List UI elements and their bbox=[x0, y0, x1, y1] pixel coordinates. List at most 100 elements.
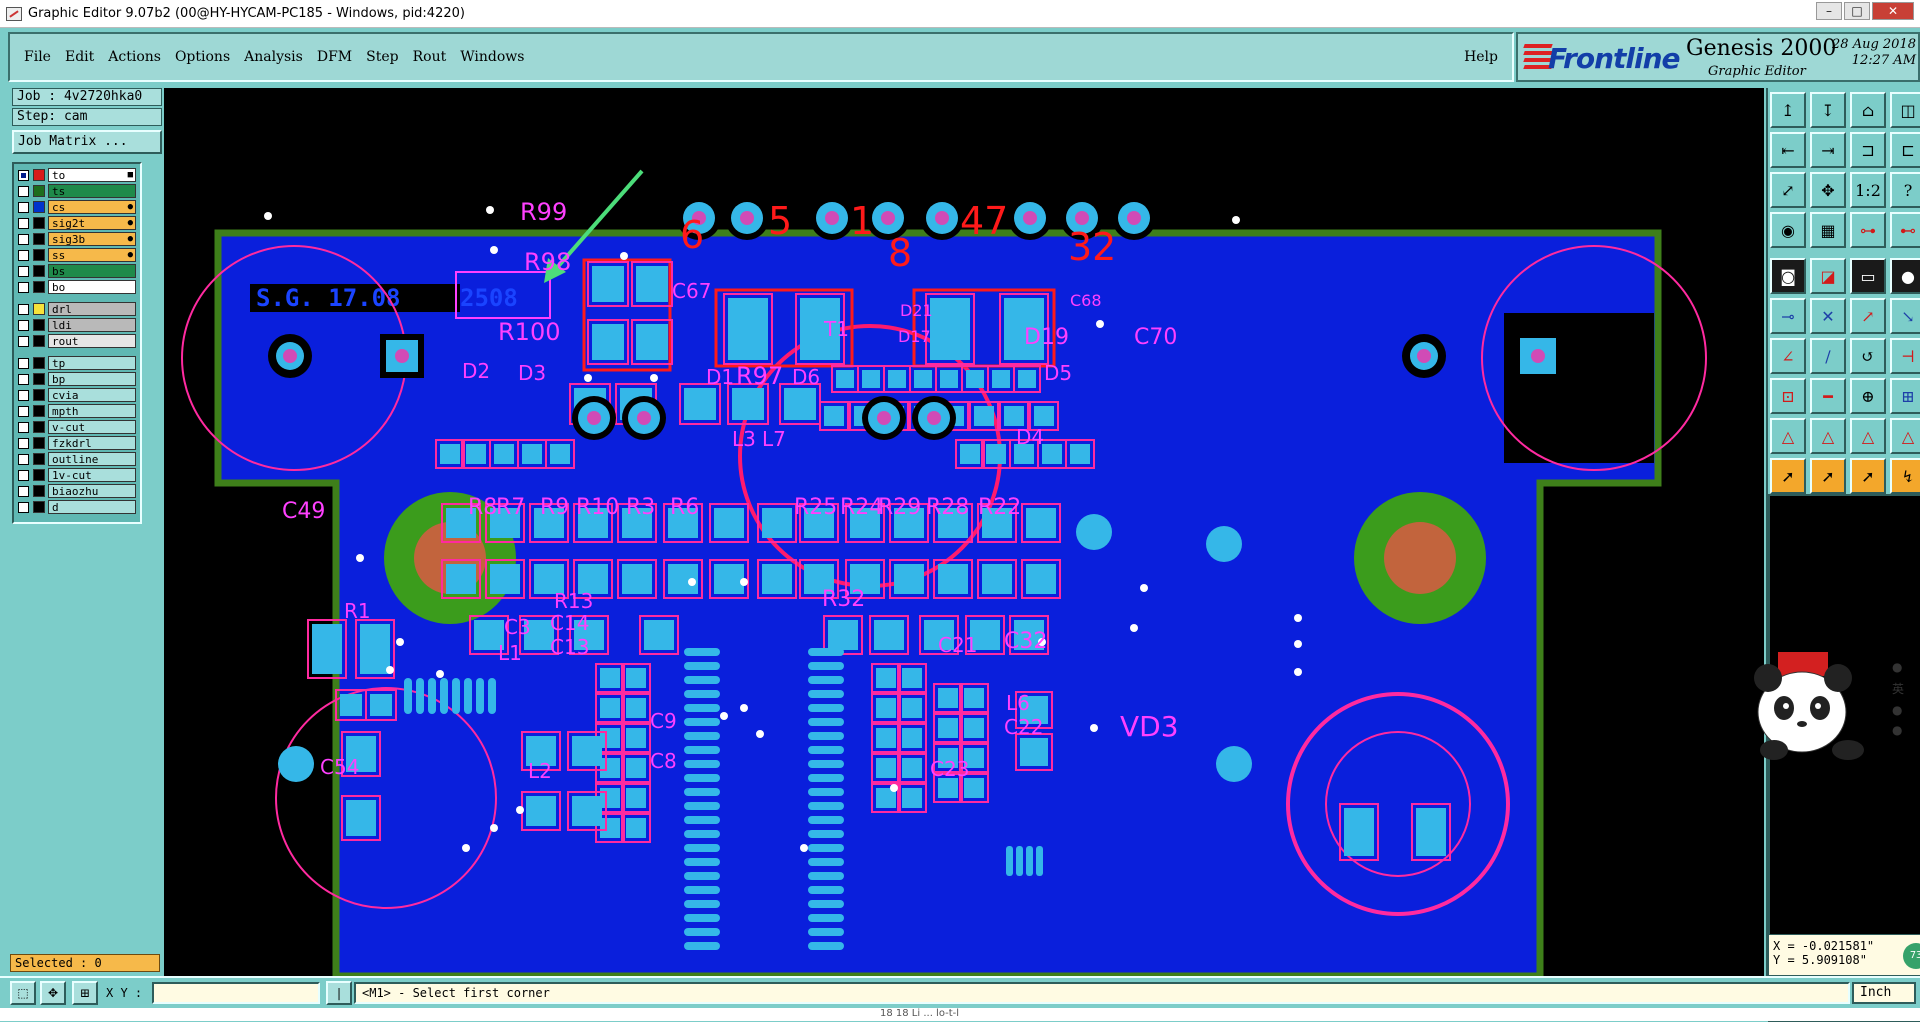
tool-button-26[interactable]: ∕ bbox=[1810, 338, 1846, 374]
menu-edit[interactable]: Edit bbox=[65, 49, 94, 65]
layer-row-biaozhu[interactable]: biaozhu bbox=[18, 483, 136, 499]
layer-name[interactable]: rout bbox=[48, 334, 136, 348]
cursor-mode-button[interactable]: | bbox=[326, 981, 352, 1005]
tool-button-37[interactable]: ➚ bbox=[1770, 458, 1806, 494]
menu-windows[interactable]: Windows bbox=[460, 49, 524, 65]
menu-help[interactable]: Help bbox=[1464, 49, 1498, 65]
grid-button[interactable]: ⊞ bbox=[72, 981, 98, 1005]
layer-color-swatch[interactable] bbox=[33, 185, 45, 197]
menu-options[interactable]: Options bbox=[175, 49, 230, 65]
tool-button-5[interactable]: ⇤ bbox=[1770, 132, 1806, 168]
layer-checkbox[interactable] bbox=[18, 281, 29, 293]
maximize-button[interactable]: □ bbox=[1844, 2, 1870, 20]
layer-row-outline[interactable]: outline bbox=[18, 451, 136, 467]
layer-name[interactable]: 1v-cut bbox=[48, 468, 136, 482]
layer-checkbox[interactable] bbox=[18, 453, 29, 465]
layer-color-swatch[interactable] bbox=[33, 357, 45, 369]
layer-color-swatch[interactable] bbox=[33, 469, 45, 481]
tool-button-35[interactable]: △ bbox=[1850, 418, 1886, 454]
tool-button-24[interactable]: ↘ bbox=[1890, 298, 1920, 334]
layer-row-sig3b[interactable]: sig3b ● bbox=[18, 231, 136, 247]
layer-row-ldi[interactable]: ldi bbox=[18, 317, 136, 333]
layer-checkbox[interactable] bbox=[18, 389, 29, 401]
layer-checkbox[interactable] bbox=[18, 319, 29, 331]
layer-checkbox[interactable] bbox=[18, 501, 29, 513]
layer-name[interactable]: biaozhu bbox=[48, 484, 136, 498]
layer-color-swatch[interactable] bbox=[33, 335, 45, 347]
close-button[interactable]: ✕ bbox=[1872, 2, 1914, 20]
tool-button-22[interactable]: ✕ bbox=[1810, 298, 1846, 334]
menu-dfm[interactable]: DFM bbox=[317, 49, 352, 65]
layer-row-sig2t[interactable]: sig2t ● bbox=[18, 215, 136, 231]
layer-name[interactable]: mpth bbox=[48, 404, 136, 418]
tool-button-2[interactable]: ↧ bbox=[1810, 92, 1846, 128]
tool-button-18[interactable]: ◪ bbox=[1810, 258, 1846, 294]
tool-button-16[interactable]: ⊷ bbox=[1890, 212, 1920, 248]
tool-button-21[interactable]: ⊸ bbox=[1770, 298, 1806, 334]
tool-button-8[interactable]: ⊏ bbox=[1890, 132, 1920, 168]
tool-button-15[interactable]: ⊶ bbox=[1850, 212, 1886, 248]
layer-checkbox[interactable] bbox=[18, 169, 29, 181]
layer-checkbox[interactable] bbox=[18, 405, 29, 417]
tool-button-3[interactable]: ⌂ bbox=[1850, 92, 1886, 128]
layer-name[interactable]: ldi bbox=[48, 318, 136, 332]
menu-analysis[interactable]: Analysis bbox=[244, 49, 303, 65]
layer-color-swatch[interactable] bbox=[33, 453, 45, 465]
menu-file[interactable]: File bbox=[24, 49, 51, 65]
layer-row-1v-cut[interactable]: 1v-cut bbox=[18, 467, 136, 483]
layer-name[interactable]: bo bbox=[48, 280, 136, 294]
layer-color-swatch[interactable] bbox=[33, 303, 45, 315]
layer-row-ss[interactable]: ss ● bbox=[18, 247, 136, 263]
layer-checkbox[interactable] bbox=[18, 421, 29, 433]
layer-row-d[interactable]: d bbox=[18, 499, 136, 515]
layer-color-swatch[interactable] bbox=[33, 389, 45, 401]
tool-button-25[interactable]: ∠ bbox=[1770, 338, 1806, 374]
layer-checkbox[interactable] bbox=[18, 265, 29, 277]
zoom-area-button[interactable]: ⬚ bbox=[10, 981, 36, 1005]
layer-color-swatch[interactable] bbox=[33, 485, 45, 497]
layer-row-tp[interactable]: tp bbox=[18, 355, 136, 371]
tool-button-31[interactable]: ⊕ bbox=[1850, 378, 1886, 414]
units-selector[interactable]: Inch bbox=[1852, 982, 1916, 1004]
tool-button-1[interactable]: ↥ bbox=[1770, 92, 1806, 128]
tool-button-13[interactable]: ◉ bbox=[1770, 212, 1806, 248]
tool-button-33[interactable]: △ bbox=[1770, 418, 1806, 454]
tool-button-9[interactable]: ⤢ bbox=[1770, 172, 1806, 208]
layer-checkbox[interactable] bbox=[18, 357, 29, 369]
tool-button-6[interactable]: ⇥ bbox=[1810, 132, 1846, 168]
layer-name[interactable]: d bbox=[48, 500, 136, 514]
layer-checkbox[interactable] bbox=[18, 303, 29, 315]
tool-button-32[interactable]: ⊞ bbox=[1890, 378, 1920, 414]
tool-button-30[interactable]: ━ bbox=[1810, 378, 1846, 414]
minimize-button[interactable]: – bbox=[1816, 2, 1842, 20]
layer-checkbox[interactable] bbox=[18, 233, 29, 245]
layer-checkbox[interactable] bbox=[18, 469, 29, 481]
layer-row-bp[interactable]: bp bbox=[18, 371, 136, 387]
tool-button-39[interactable]: ➚ bbox=[1850, 458, 1886, 494]
layer-name[interactable]: sig2t ● bbox=[48, 216, 136, 230]
layer-checkbox[interactable] bbox=[18, 373, 29, 385]
layer-color-swatch[interactable] bbox=[33, 421, 45, 433]
layer-name[interactable]: bs bbox=[48, 264, 136, 278]
layer-checkbox[interactable] bbox=[18, 335, 29, 347]
layer-name[interactable]: sig3b ● bbox=[48, 232, 136, 246]
menu-rout[interactable]: Rout bbox=[413, 49, 447, 65]
layer-row-cvia[interactable]: cvia bbox=[18, 387, 136, 403]
menu-step[interactable]: Step bbox=[366, 49, 398, 65]
layer-color-swatch[interactable] bbox=[33, 373, 45, 385]
layer-row-rout[interactable]: rout bbox=[18, 333, 136, 349]
layer-row-drl[interactable]: drl bbox=[18, 301, 136, 317]
tool-button-10[interactable]: ✥ bbox=[1810, 172, 1846, 208]
layer-row-cs[interactable]: cs ● bbox=[18, 199, 136, 215]
layer-checkbox[interactable] bbox=[18, 437, 29, 449]
tool-button-38[interactable]: ➚ bbox=[1810, 458, 1846, 494]
layer-checkbox[interactable] bbox=[18, 201, 29, 213]
layer-row-mpth[interactable]: mpth bbox=[18, 403, 136, 419]
layer-checkbox[interactable] bbox=[18, 249, 29, 261]
tool-button-40[interactable]: ↯ bbox=[1890, 458, 1920, 494]
tool-button-19[interactable]: ▭ bbox=[1850, 258, 1886, 294]
layer-color-swatch[interactable] bbox=[33, 249, 45, 261]
tool-button-36[interactable]: △ bbox=[1890, 418, 1920, 454]
graphic-canvas[interactable]: S.G. 17.08 2508 R99 R98 R100 D2 D3 D1 R9… bbox=[164, 88, 1764, 976]
layer-color-swatch[interactable] bbox=[33, 405, 45, 417]
